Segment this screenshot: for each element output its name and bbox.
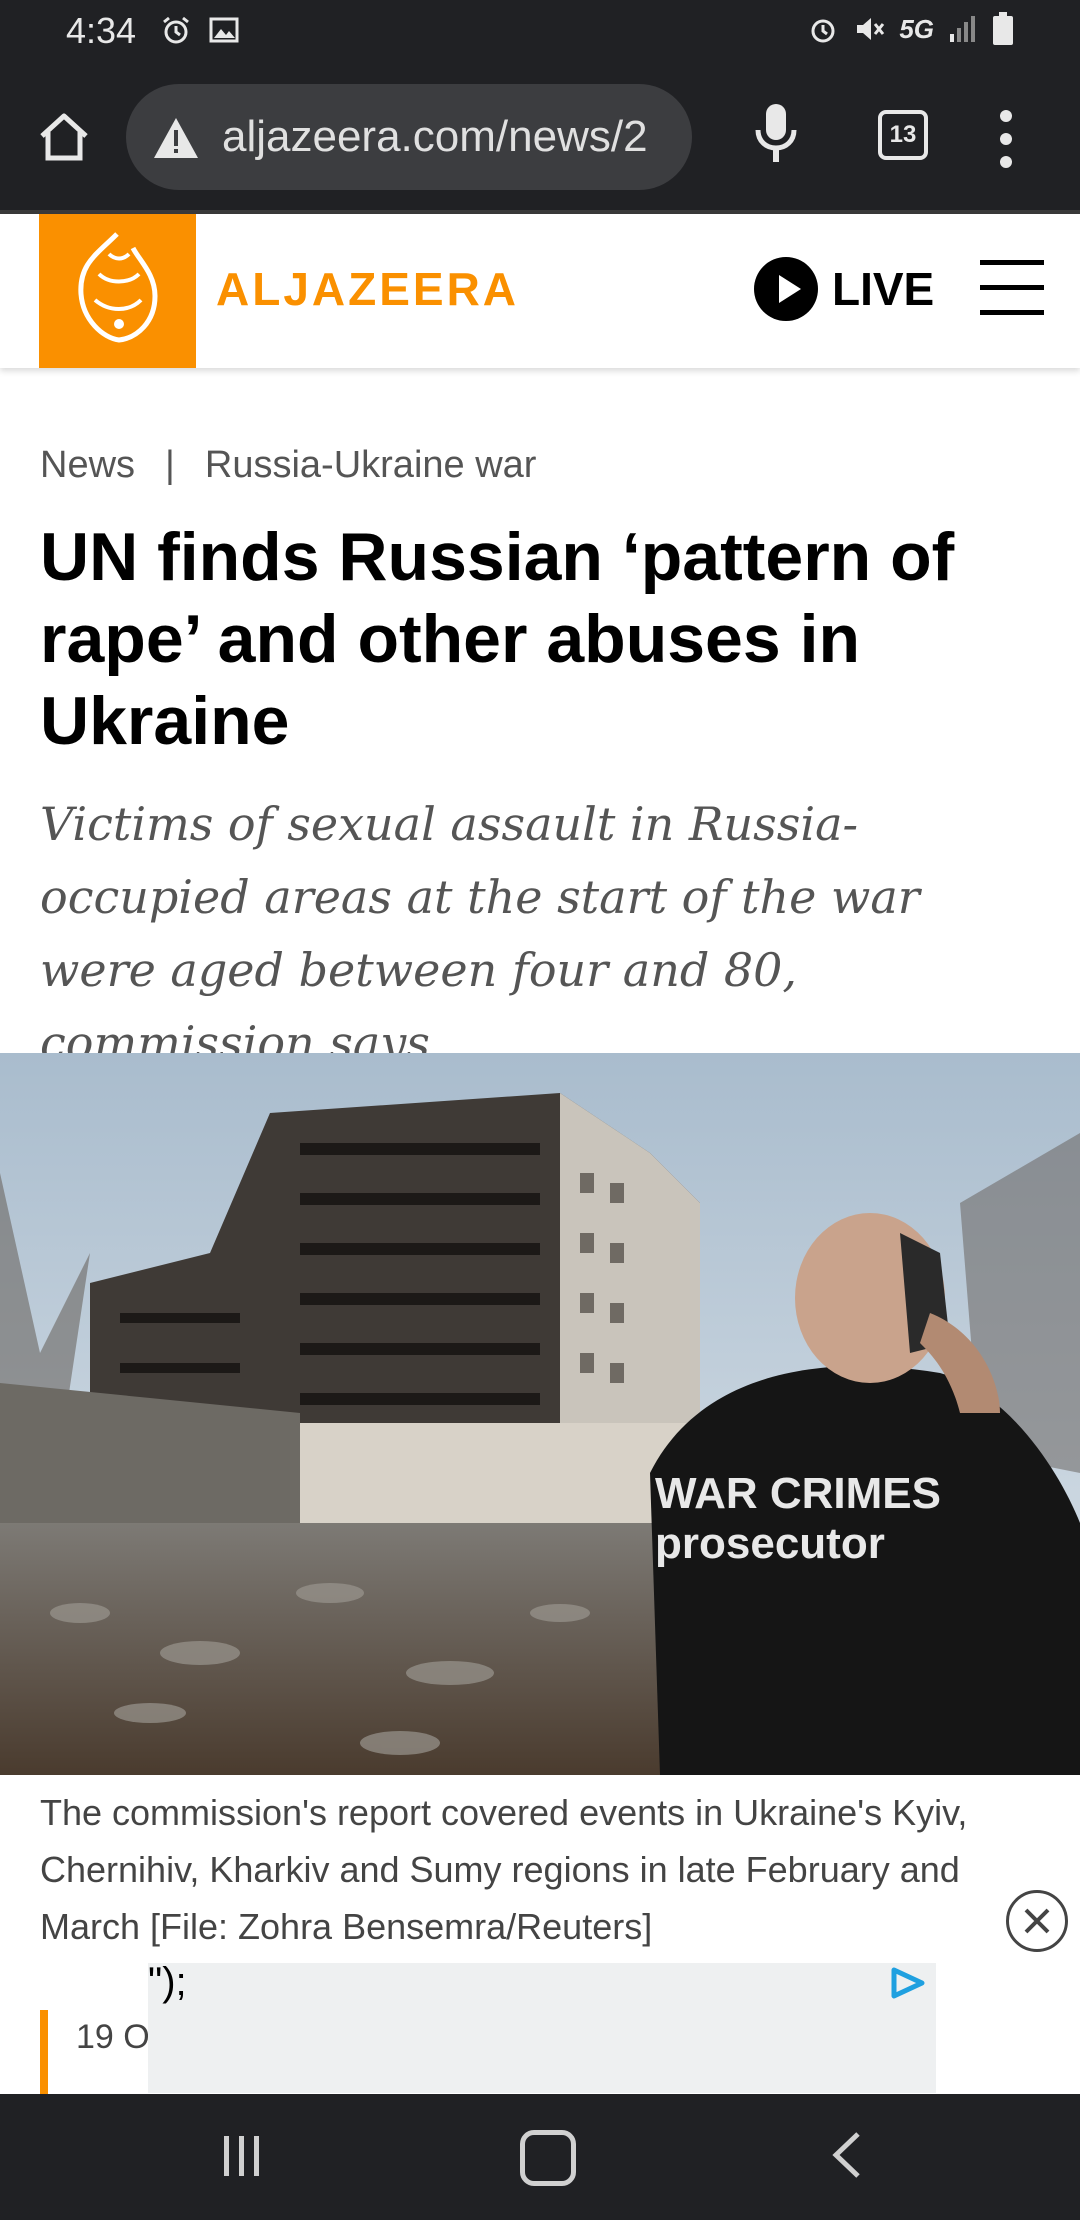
home-icon[interactable] bbox=[36, 108, 92, 164]
mute-icon bbox=[857, 18, 885, 40]
more-options-icon[interactable] bbox=[992, 104, 1020, 174]
address-bar[interactable]: aljazeera.com/news/2 bbox=[126, 84, 692, 190]
date-accent-bar bbox=[40, 2010, 48, 2094]
play-icon bbox=[754, 257, 818, 321]
aljazeera-emblem-icon bbox=[78, 232, 158, 343]
live-button[interactable]: LIVE bbox=[754, 256, 934, 322]
tab-switcher-button[interactable]: 13 bbox=[878, 110, 928, 160]
article-subheadline: Victims of sexual assault in Russia-occu… bbox=[40, 797, 920, 1070]
status-time: 4:34 bbox=[66, 10, 137, 51]
adchoices-icon[interactable] bbox=[888, 1966, 928, 2000]
battery-icon bbox=[993, 12, 1013, 45]
alarm-icon bbox=[163, 16, 189, 44]
back-icon[interactable] bbox=[828, 2130, 868, 2180]
vest-text-line2: prosecutor bbox=[655, 1519, 885, 1568]
image-icon bbox=[209, 17, 239, 43]
vest-text-line1: WAR CRIMES bbox=[655, 1469, 941, 1518]
ad-banner[interactable] bbox=[148, 1963, 936, 2093]
breadcrumb-topic[interactable]: Russia-Ukraine war bbox=[205, 444, 537, 487]
warning-icon[interactable] bbox=[152, 116, 200, 160]
status-bar: 4:34 5G bbox=[0, 0, 1080, 64]
image-caption: The commission's report covered events i… bbox=[40, 1792, 968, 1947]
breadcrumb-separator: | bbox=[165, 444, 175, 486]
aljazeera-logo[interactable] bbox=[39, 214, 196, 368]
close-ad-icon[interactable] bbox=[1006, 1890, 1068, 1952]
signal-icon bbox=[950, 16, 975, 42]
microphone-icon[interactable] bbox=[750, 100, 802, 168]
hamburger-menu-icon[interactable] bbox=[980, 260, 1044, 316]
network-type: 5G bbox=[899, 13, 934, 44]
live-label: LIVE bbox=[832, 263, 935, 315]
system-nav-bar bbox=[0, 2094, 1080, 2220]
article-hero-image[interactable]: WAR CRIMES prosecutor bbox=[0, 1053, 1080, 1775]
site-header: ALJAZEERA LIVE bbox=[0, 214, 1080, 368]
article-headline: UN finds Russian ‘pattern of rape’ and o… bbox=[40, 519, 955, 759]
browser-toolbar: aljazeera.com/news/2 13 bbox=[0, 64, 1080, 210]
breadcrumb-news[interactable]: News bbox=[40, 444, 135, 487]
recent-apps-icon[interactable] bbox=[222, 2134, 262, 2178]
url-text[interactable]: aljazeera.com/news/2 bbox=[222, 112, 672, 162]
home-nav-icon[interactable] bbox=[520, 2130, 576, 2186]
ad-stray-text: "); bbox=[148, 1960, 187, 2004]
brand-wordmark[interactable]: ALJAZEERA bbox=[216, 262, 519, 316]
alarm-icon bbox=[811, 19, 835, 43]
article-date: 19 O bbox=[76, 2018, 150, 2056]
breadcrumb: News | Russia-Ukraine war bbox=[40, 444, 536, 487]
